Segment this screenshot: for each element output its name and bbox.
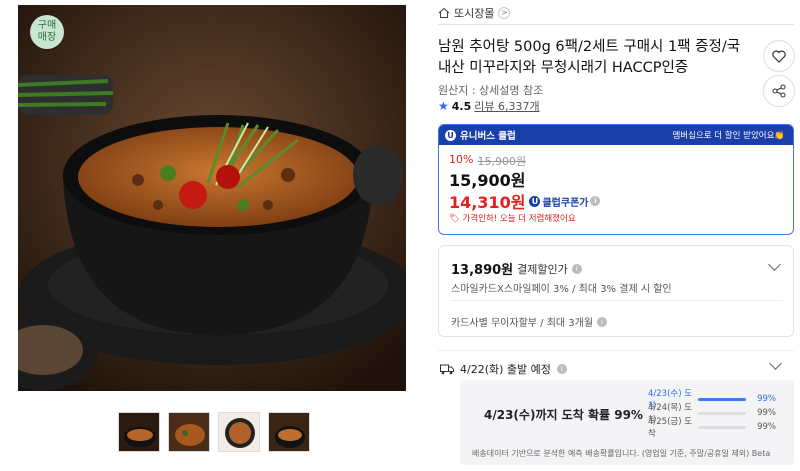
product-info-panel: 또시장몰 > 남원 추어탕 500g 6팩/2세트 구매시 1팩 증정/국내산 … [438, 0, 795, 471]
heart-icon [772, 50, 786, 63]
chevron-down-icon[interactable] [769, 357, 782, 370]
store-badge: 구매 매장 [30, 15, 64, 49]
probability-bar [698, 397, 746, 401]
rating-score: 4.5 [451, 99, 472, 113]
store-link[interactable]: 또시장몰 > [438, 5, 511, 21]
delivery-percent: 99% [757, 394, 776, 404]
divider [438, 24, 794, 25]
club-coupon-label[interactable]: U 클럽쿠폰가 i [529, 194, 601, 209]
star-icon: ★ [438, 99, 449, 113]
info-icon[interactable]: i [590, 196, 601, 206]
thumbnail-2[interactable] [168, 412, 210, 452]
badge-text: 구매 매장 [37, 20, 57, 43]
info-icon[interactable]: i [597, 316, 608, 327]
truck-icon [440, 364, 454, 374]
probability-bar [698, 425, 746, 429]
card-discount-section[interactable]: 13,890원 결제할인가 i 스마일카드X스마일페이 3% / 최대 3% 결… [438, 245, 794, 337]
share-button[interactable] [763, 75, 795, 107]
store-name: 또시장몰 [454, 7, 495, 20]
shipping-header[interactable]: 4/22(화) 출발 예정 i [440, 361, 567, 377]
club-label: 유니버스 클럽 [460, 131, 516, 142]
card-discount-label: 결제할인가 [517, 262, 568, 276]
wishlist-button[interactable] [763, 40, 795, 72]
price-drop-note: 🏷 가격인하! 오늘 더 저렴해졌어요 [449, 212, 576, 224]
rating: ★ 4.5 리뷰 6,337개 [438, 98, 540, 114]
product-title: 남원 추어탕 500g 6팩/2세트 구매시 1팩 증정/국내산 미꾸라지와 무… [438, 39, 741, 76]
price-box: U 유니버스 클럽 멤버십으로 더 할인 받았어요👏 10% 15,900원 1… [438, 124, 794, 235]
delivery-probability-box: 4/23(수)까지 도착 확률 99% 4/23(수) 도착 99% 4/24(… [460, 380, 794, 465]
thumbnail-3[interactable] [218, 412, 260, 452]
chevron-right-icon: > [498, 7, 511, 19]
chevron-down-icon[interactable] [768, 258, 781, 271]
delivery-note: 배송데이터 기반으로 분석한 예측 배송확률입니다. (영업일 기준, 주말/공… [472, 449, 771, 458]
price-drop-text: 가격인하! 오늘 더 저렴해졌어요 [462, 214, 576, 224]
divider [451, 300, 783, 301]
info-icon[interactable]: i [556, 364, 567, 374]
coupon-label-text: 클럽쿠폰가 [542, 197, 589, 209]
tag-icon: 🏷 [449, 214, 460, 224]
origin-info: 원산지 : 상세설명 참조 [438, 84, 544, 97]
delivery-percent: 99% [757, 422, 776, 432]
delivery-row: 4/25(금) 도착 99% [648, 417, 778, 439]
delivery-probability-list: 4/23(수) 도착 99% 4/24(목) 도착 99% 4/25(금) 도착… [648, 389, 778, 439]
delivery-percent: 99% [757, 408, 776, 418]
thumbnail-strip [118, 412, 310, 452]
thumbnail-4[interactable] [268, 412, 310, 452]
universe-club-logo: U [529, 195, 541, 207]
club-promo: 멤버십으로 더 할인 받았어요👏 [672, 131, 785, 141]
club-price: 14,310원 [449, 193, 526, 212]
shipping-section: 4/22(화) 출발 예정 i 4/23(수)까지 도착 확률 99% 4/23… [438, 350, 794, 471]
delivery-probability: 4/23(수)까지 도착 확률 99% [484, 408, 643, 422]
card-discount-detail: 스마일카드X스마일페이 3% / 최대 3% 결제 시 할인 [451, 284, 672, 295]
probability-bar [698, 411, 746, 415]
share-icon [772, 84, 786, 98]
review-link[interactable]: 리뷰 6,337개 [474, 98, 539, 114]
home-icon [438, 7, 450, 19]
club-banner[interactable]: U 유니버스 클럽 멤버십으로 더 할인 받았어요👏 [439, 125, 793, 145]
thumbnail-1[interactable] [118, 412, 160, 452]
universe-club-logo: U [445, 129, 456, 141]
card-discount-amount: 13,890원 [451, 263, 514, 278]
info-icon[interactable]: i [571, 263, 582, 274]
delivery-date: 4/25(금) 도착 [648, 417, 693, 439]
current-price: 15,900원 [449, 171, 526, 190]
ship-date: 4/22(화) 출발 예정 [460, 363, 551, 376]
installment-info: 카드사별 무이자할부 / 최대 3개월 [451, 318, 594, 329]
product-main-image: 구매 매장 [18, 5, 406, 391]
